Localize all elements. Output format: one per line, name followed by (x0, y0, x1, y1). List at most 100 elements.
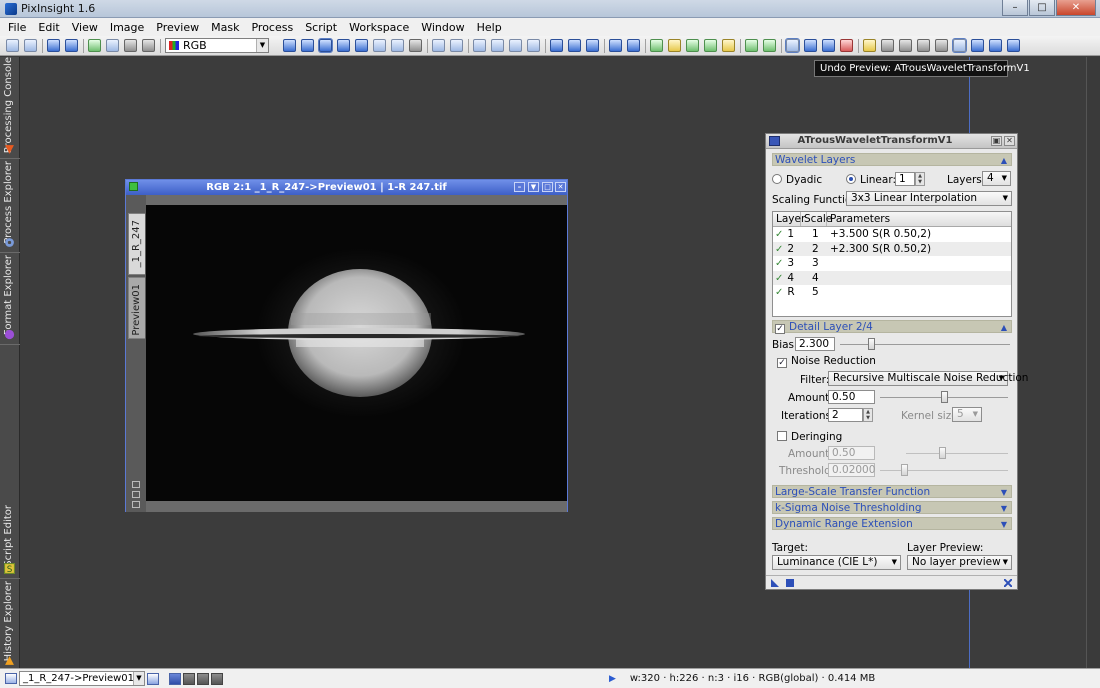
target-select[interactable]: Luminance (CIE L*) ▼ (772, 555, 901, 570)
iterations-spinner[interactable]: ▲ ▼ (863, 408, 873, 422)
pan-mode-icon[interactable] (197, 672, 209, 685)
fit-view-icon[interactable] (301, 39, 314, 52)
menu-file[interactable]: File (2, 21, 32, 34)
zoom-out-icon[interactable] (450, 39, 463, 52)
mask-show-icon[interactable] (668, 39, 681, 52)
linear-radio[interactable]: Linear: (846, 174, 896, 186)
mask-edit-icon[interactable] (722, 39, 735, 52)
process-next-icon[interactable] (763, 39, 776, 52)
readout-icon[interactable] (337, 39, 350, 52)
window-close-button[interactable]: ✕ (555, 182, 566, 192)
zoom-mode-icon[interactable] (183, 672, 195, 685)
image-window[interactable]: RGB 2:1 _1_R_247->Preview01 | 1-R 247.ti… (125, 179, 568, 512)
mask-invert-icon[interactable] (686, 39, 699, 52)
preview-edit-icon[interactable] (568, 39, 581, 52)
menu-view[interactable]: View (66, 21, 104, 34)
amount-slider[interactable] (880, 391, 1008, 403)
undo-icon[interactable] (6, 39, 19, 52)
dyadic-radio[interactable]: Dyadic (772, 174, 822, 186)
iterations-field[interactable]: 2 (828, 408, 863, 422)
menu-image[interactable]: Image (104, 21, 150, 34)
menu-mask[interactable]: Mask (205, 21, 245, 34)
apply-icon[interactable] (786, 579, 794, 587)
mask-enable-icon[interactable] (650, 39, 663, 52)
menu-process[interactable]: Process (245, 21, 299, 34)
workspace-1-icon[interactable] (952, 38, 967, 53)
window-iconize-button[interactable]: ▼ (528, 182, 539, 192)
readout-mode-icon[interactable] (211, 672, 223, 685)
preview-cancel-icon[interactable] (840, 39, 853, 52)
table-row[interactable]: ✓ R 5 (773, 285, 1011, 300)
menu-edit[interactable]: Edit (32, 21, 65, 34)
preview-reset-icon[interactable] (586, 39, 599, 52)
new-image-icon[interactable] (47, 39, 60, 52)
section-dynamic-range[interactable]: Dynamic Range Extension ▼ (772, 517, 1012, 530)
noise-reduction-checkbox[interactable]: ✓ Noise Reduction (777, 355, 876, 368)
slider-handle[interactable] (901, 464, 908, 476)
new-instance-icon[interactable] (771, 579, 779, 587)
preview-new-icon[interactable] (550, 39, 563, 52)
layers-select[interactable]: 4 ▼ (982, 171, 1011, 186)
script-run-icon[interactable] (863, 39, 876, 52)
script-debug-icon[interactable] (881, 39, 894, 52)
process-container-icon[interactable] (935, 39, 948, 52)
detail-layer-checkbox[interactable]: ✓ (775, 324, 785, 334)
process-close-button[interactable]: ✕ (1004, 136, 1015, 146)
reset-icon[interactable] (1004, 579, 1012, 587)
window-maximize-button[interactable]: □ (542, 182, 553, 192)
view-explorer-icon[interactable] (147, 672, 159, 685)
table-row[interactable]: ✓ 3 3 (773, 256, 1011, 271)
script-settings-icon[interactable] (917, 39, 930, 52)
page-icon[interactable] (391, 39, 404, 52)
view-zoom-icon[interactable] (132, 491, 140, 498)
layers-table[interactable]: Layer Scale Parameters ✓ 1 1 +3.500 S(R 0… (772, 211, 1012, 317)
window-shade-button[interactable]: – (514, 182, 525, 192)
channel-icon[interactable] (106, 39, 119, 52)
linear-value-field[interactable]: 1 (895, 172, 915, 186)
workspace-3-icon[interactable] (989, 39, 1002, 52)
tab-process-explorer[interactable]: Process Explorer (0, 159, 20, 251)
center-view-icon[interactable] (355, 39, 368, 52)
minimize-button[interactable]: – (1002, 0, 1028, 16)
redo-icon[interactable] (24, 39, 37, 52)
menu-help[interactable]: Help (471, 21, 508, 34)
document-icon[interactable] (373, 39, 386, 52)
section-wavelet-layers[interactable]: Wavelet Layers ▲ (772, 153, 1012, 166)
menu-preview[interactable]: Preview (150, 21, 205, 34)
zoom-1-icon[interactable] (473, 39, 486, 52)
mask-select-icon[interactable] (704, 39, 717, 52)
tab-history-explorer[interactable]: History Explorer (0, 579, 20, 668)
workspace-2-icon[interactable] (971, 39, 984, 52)
kernel-size-select[interactable]: 5 ▼ (952, 407, 982, 422)
bias-slider[interactable] (840, 338, 1010, 350)
duplicate-image-icon[interactable] (65, 39, 78, 52)
section-large-scale-transfer[interactable]: Large-Scale Transfer Function ▼ (772, 485, 1012, 498)
menu-workspace[interactable]: Workspace (343, 21, 415, 34)
threshold-slider[interactable] (880, 464, 1008, 476)
bias-field[interactable]: 2.300 (795, 337, 835, 351)
deringing-checkbox[interactable]: Deringing (777, 431, 842, 443)
gray-channel-icon[interactable] (124, 39, 137, 52)
tab-format-explorer[interactable]: Format Explorer (0, 253, 20, 343)
table-row[interactable]: ✓ 2 2 +2.300 S(R 0.50,2) (773, 241, 1011, 256)
workspace-4-icon[interactable] (1007, 39, 1020, 52)
shade-button[interactable]: ▣ (991, 136, 1002, 146)
zoom-3-icon[interactable] (509, 39, 522, 52)
zoom-in-icon[interactable] (432, 39, 445, 52)
play-icon[interactable]: ▶ (609, 674, 616, 684)
scaling-function-select[interactable]: 3x3 Linear Interpolation ▼ (846, 191, 1012, 206)
menu-window[interactable]: Window (415, 21, 470, 34)
crosshair-icon[interactable] (283, 39, 296, 52)
image-window-titlebar[interactable]: RGB 2:1 _1_R_247->Preview01 | 1-R 247.ti… (126, 180, 567, 195)
filter-select[interactable]: Recursive Multiscale Noise Reduction ▼ (828, 371, 1028, 386)
tab-processing-console[interactable]: Processing Console (0, 57, 20, 157)
tab-script-editor[interactable]: Script Editor S (0, 503, 20, 577)
layer-preview-select[interactable]: No layer preview ▼ (907, 555, 1012, 570)
slider-handle[interactable] (941, 391, 948, 403)
section-detail-layer[interactable]: ✓ Detail Layer 2/4 ▲ (772, 320, 1012, 334)
threshold-field[interactable]: 0.02000 (828, 463, 875, 477)
table-row[interactable]: ✓ 1 1 +3.500 S(R 0.50,2) (773, 227, 1011, 242)
process-titlebar[interactable]: ATrousWaveletTransformV1 ▣ ✕ (766, 134, 1017, 149)
zoom-2-icon[interactable] (491, 39, 504, 52)
redo-preview-icon[interactable] (804, 39, 817, 52)
